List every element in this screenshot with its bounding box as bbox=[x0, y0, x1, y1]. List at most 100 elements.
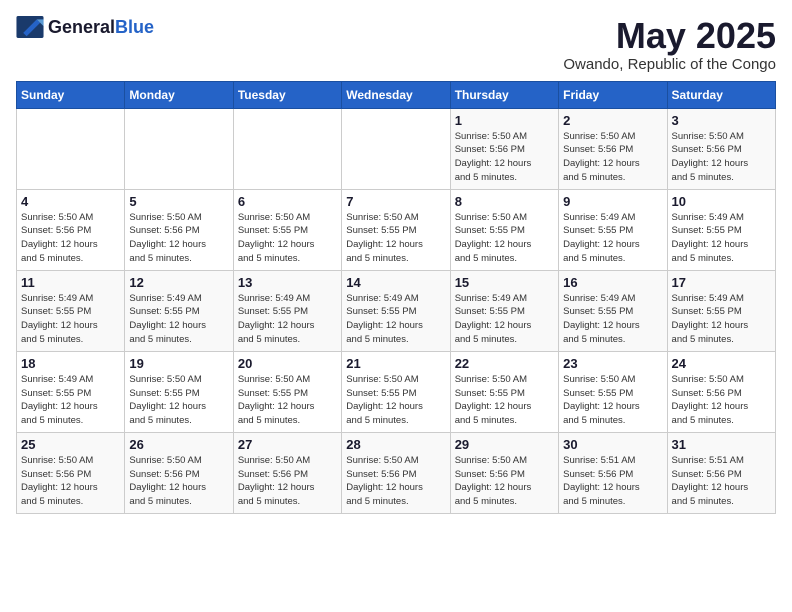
day-info: Sunrise: 5:50 AM Sunset: 5:56 PM Dayligh… bbox=[672, 373, 771, 428]
day-info: Sunrise: 5:49 AM Sunset: 5:55 PM Dayligh… bbox=[563, 211, 662, 266]
day-info: Sunrise: 5:49 AM Sunset: 5:55 PM Dayligh… bbox=[21, 373, 120, 428]
week-row-2: 4 Sunrise: 5:50 AM Sunset: 5:56 PM Daylig… bbox=[17, 189, 776, 270]
day-cell: 25 Sunrise: 5:50 AM Sunset: 5:56 PM Dayli… bbox=[17, 432, 125, 513]
day-number: 29 bbox=[455, 437, 554, 452]
day-number: 24 bbox=[672, 356, 771, 371]
day-number: 18 bbox=[21, 356, 120, 371]
day-cell: 20 Sunrise: 5:50 AM Sunset: 5:55 PM Dayli… bbox=[233, 351, 341, 432]
day-info: Sunrise: 5:50 AM Sunset: 5:56 PM Dayligh… bbox=[672, 130, 771, 185]
day-info: Sunrise: 5:49 AM Sunset: 5:55 PM Dayligh… bbox=[563, 292, 662, 347]
day-info: Sunrise: 5:50 AM Sunset: 5:56 PM Dayligh… bbox=[129, 211, 228, 266]
day-number: 19 bbox=[129, 356, 228, 371]
day-number: 22 bbox=[455, 356, 554, 371]
day-number: 10 bbox=[672, 194, 771, 209]
day-cell: 23 Sunrise: 5:50 AM Sunset: 5:55 PM Dayli… bbox=[559, 351, 667, 432]
day-cell: 5 Sunrise: 5:50 AM Sunset: 5:56 PM Daylig… bbox=[125, 189, 233, 270]
day-number: 4 bbox=[21, 194, 120, 209]
day-number: 6 bbox=[238, 194, 337, 209]
header-day-monday: Monday bbox=[125, 81, 233, 108]
header-day-thursday: Thursday bbox=[450, 81, 558, 108]
day-cell: 4 Sunrise: 5:50 AM Sunset: 5:56 PM Daylig… bbox=[17, 189, 125, 270]
day-info: Sunrise: 5:49 AM Sunset: 5:55 PM Dayligh… bbox=[672, 211, 771, 266]
day-cell: 17 Sunrise: 5:49 AM Sunset: 5:55 PM Dayli… bbox=[667, 270, 775, 351]
day-info: Sunrise: 5:50 AM Sunset: 5:56 PM Dayligh… bbox=[455, 454, 554, 509]
day-cell: 30 Sunrise: 5:51 AM Sunset: 5:56 PM Dayli… bbox=[559, 432, 667, 513]
day-info: Sunrise: 5:50 AM Sunset: 5:55 PM Dayligh… bbox=[238, 373, 337, 428]
logo-icon bbox=[16, 16, 44, 38]
calendar-header-row: SundayMondayTuesdayWednesdayThursdayFrid… bbox=[17, 81, 776, 108]
header-day-wednesday: Wednesday bbox=[342, 81, 450, 108]
day-info: Sunrise: 5:50 AM Sunset: 5:56 PM Dayligh… bbox=[346, 454, 445, 509]
day-cell: 14Sunrise: 5:49 AM Sunset: 5:55 PM Dayli… bbox=[342, 270, 450, 351]
day-number: 7 bbox=[346, 194, 445, 209]
day-number: 9 bbox=[563, 194, 662, 209]
week-row-5: 25 Sunrise: 5:50 AM Sunset: 5:56 PM Dayli… bbox=[17, 432, 776, 513]
day-info: Sunrise: 5:51 AM Sunset: 5:56 PM Dayligh… bbox=[672, 454, 771, 509]
title-area: May 2025 Owando, Republic of the Congo bbox=[563, 16, 776, 73]
day-cell: 16 Sunrise: 5:49 AM Sunset: 5:55 PM Dayli… bbox=[559, 270, 667, 351]
day-number: 13 bbox=[238, 275, 337, 290]
page-header: GeneralBlue May 2025 Owando, Republic of… bbox=[16, 16, 776, 73]
day-cell: 15 Sunrise: 5:49 AM Sunset: 5:55 PM Dayli… bbox=[450, 270, 558, 351]
day-number: 27 bbox=[238, 437, 337, 452]
day-number: 21 bbox=[346, 356, 445, 371]
day-number: 20 bbox=[238, 356, 337, 371]
day-number: 5 bbox=[129, 194, 228, 209]
day-number: 25 bbox=[21, 437, 120, 452]
day-number: 1 bbox=[455, 113, 554, 128]
day-number: 28 bbox=[346, 437, 445, 452]
day-number: 3 bbox=[672, 113, 771, 128]
day-cell bbox=[233, 108, 341, 189]
day-cell: 18 Sunrise: 5:49 AM Sunset: 5:55 PM Dayli… bbox=[17, 351, 125, 432]
day-cell: 8 Sunrise: 5:50 AM Sunset: 5:55 PM Daylig… bbox=[450, 189, 558, 270]
day-cell: 26Sunrise: 5:50 AM Sunset: 5:56 PM Dayli… bbox=[125, 432, 233, 513]
week-row-1: 1 Sunrise: 5:50 AM Sunset: 5:56 PM Daylig… bbox=[17, 108, 776, 189]
day-number: 2 bbox=[563, 113, 662, 128]
day-info: Sunrise: 5:50 AM Sunset: 5:55 PM Dayligh… bbox=[129, 373, 228, 428]
week-row-3: 11 Sunrise: 5:49 AM Sunset: 5:55 PM Dayli… bbox=[17, 270, 776, 351]
month-title: May 2025 bbox=[563, 16, 776, 56]
day-cell: 28 Sunrise: 5:50 AM Sunset: 5:56 PM Dayli… bbox=[342, 432, 450, 513]
location-subtitle: Owando, Republic of the Congo bbox=[563, 56, 776, 73]
day-cell: 31Sunrise: 5:51 AM Sunset: 5:56 PM Dayli… bbox=[667, 432, 775, 513]
day-cell: 13 Sunrise: 5:49 AM Sunset: 5:55 PM Dayli… bbox=[233, 270, 341, 351]
day-info: Sunrise: 5:50 AM Sunset: 5:55 PM Dayligh… bbox=[346, 373, 445, 428]
day-info: Sunrise: 5:50 AM Sunset: 5:56 PM Dayligh… bbox=[21, 454, 120, 509]
day-number: 8 bbox=[455, 194, 554, 209]
day-number: 17 bbox=[672, 275, 771, 290]
day-number: 16 bbox=[563, 275, 662, 290]
day-cell bbox=[125, 108, 233, 189]
day-number: 30 bbox=[563, 437, 662, 452]
logo-text-blue: Blue bbox=[115, 17, 154, 37]
day-cell: 3 Sunrise: 5:50 AM Sunset: 5:56 PM Daylig… bbox=[667, 108, 775, 189]
day-info: Sunrise: 5:50 AM Sunset: 5:55 PM Dayligh… bbox=[455, 211, 554, 266]
day-info: Sunrise: 5:49 AM Sunset: 5:55 PM Dayligh… bbox=[129, 292, 228, 347]
day-cell: 7Sunrise: 5:50 AM Sunset: 5:55 PM Daylig… bbox=[342, 189, 450, 270]
day-cell: 24 Sunrise: 5:50 AM Sunset: 5:56 PM Dayli… bbox=[667, 351, 775, 432]
day-cell: 29 Sunrise: 5:50 AM Sunset: 5:56 PM Dayli… bbox=[450, 432, 558, 513]
day-cell: 11 Sunrise: 5:49 AM Sunset: 5:55 PM Dayli… bbox=[17, 270, 125, 351]
header-day-friday: Friday bbox=[559, 81, 667, 108]
day-info: Sunrise: 5:50 AM Sunset: 5:56 PM Dayligh… bbox=[21, 211, 120, 266]
day-cell: 6Sunrise: 5:50 AM Sunset: 5:55 PM Daylig… bbox=[233, 189, 341, 270]
day-cell bbox=[342, 108, 450, 189]
day-info: Sunrise: 5:49 AM Sunset: 5:55 PM Dayligh… bbox=[455, 292, 554, 347]
day-number: 23 bbox=[563, 356, 662, 371]
day-cell: 27 Sunrise: 5:50 AM Sunset: 5:56 PM Dayli… bbox=[233, 432, 341, 513]
calendar-body: 1 Sunrise: 5:50 AM Sunset: 5:56 PM Daylig… bbox=[17, 108, 776, 513]
day-info: Sunrise: 5:50 AM Sunset: 5:56 PM Dayligh… bbox=[238, 454, 337, 509]
day-info: Sunrise: 5:49 AM Sunset: 5:55 PM Dayligh… bbox=[238, 292, 337, 347]
day-info: Sunrise: 5:49 AM Sunset: 5:55 PM Dayligh… bbox=[21, 292, 120, 347]
day-number: 11 bbox=[21, 275, 120, 290]
day-cell: 10 Sunrise: 5:49 AM Sunset: 5:55 PM Dayli… bbox=[667, 189, 775, 270]
day-info: Sunrise: 5:49 AM Sunset: 5:55 PM Dayligh… bbox=[672, 292, 771, 347]
day-info: Sunrise: 5:50 AM Sunset: 5:55 PM Dayligh… bbox=[455, 373, 554, 428]
day-cell: 9 Sunrise: 5:49 AM Sunset: 5:55 PM Daylig… bbox=[559, 189, 667, 270]
day-number: 14 bbox=[346, 275, 445, 290]
day-info: Sunrise: 5:51 AM Sunset: 5:56 PM Dayligh… bbox=[563, 454, 662, 509]
day-info: Sunrise: 5:50 AM Sunset: 5:56 PM Dayligh… bbox=[455, 130, 554, 185]
header-day-tuesday: Tuesday bbox=[233, 81, 341, 108]
day-info: Sunrise: 5:50 AM Sunset: 5:55 PM Dayligh… bbox=[563, 373, 662, 428]
day-number: 15 bbox=[455, 275, 554, 290]
day-info: Sunrise: 5:50 AM Sunset: 5:56 PM Dayligh… bbox=[563, 130, 662, 185]
